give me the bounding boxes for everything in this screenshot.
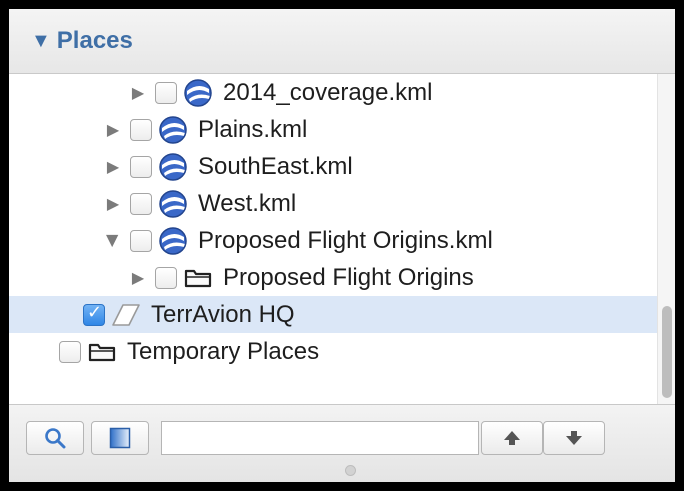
folder-icon xyxy=(181,263,215,293)
tree-item-2014-coverage[interactable]: ▶ 2014_coverage.kml xyxy=(9,74,657,111)
visibility-checkbox[interactable] xyxy=(130,118,152,141)
move-down-icon xyxy=(566,431,582,445)
triangle-down-icon[interactable]: ▼ xyxy=(31,30,51,53)
tree-item-plains[interactable]: ▶ Plains.kml xyxy=(9,111,657,148)
tree-item-label: TerrAvion HQ xyxy=(151,300,295,328)
tree-item-label: SouthEast.kml xyxy=(198,152,353,180)
visibility-checkbox[interactable] xyxy=(155,81,177,104)
tree-item-label: Plains.kml xyxy=(198,115,308,143)
vertical-scrollbar[interactable] xyxy=(657,74,675,404)
tree-item-proposed-flight-origins-folder[interactable]: ▶ Proposed Flight Origins xyxy=(9,259,657,296)
disclosure-triangle-icon[interactable]: ▶ xyxy=(106,157,120,177)
scrollbar-thumb[interactable] xyxy=(662,306,672,398)
tree-item-proposed-flight-origins-kml[interactable]: ▶ Proposed Flight Origins.kml xyxy=(9,222,657,259)
search-button[interactable] xyxy=(26,421,84,455)
resize-handle-bottom[interactable] xyxy=(345,465,356,476)
globe-icon xyxy=(156,226,190,256)
tree-item-label: Proposed Flight Origins.kml xyxy=(198,226,493,254)
tree-item-label: Proposed Flight Origins xyxy=(223,263,474,291)
sidebar-toggle-icon xyxy=(109,427,131,449)
tree-item-west[interactable]: ▶ West.kml xyxy=(9,185,657,222)
placemark-icon xyxy=(109,300,143,330)
disclosure-triangle-icon[interactable]: ▶ xyxy=(131,268,145,288)
globe-icon xyxy=(156,152,190,182)
move-up-icon xyxy=(504,431,520,445)
places-title[interactable]: ▼ Places xyxy=(31,27,133,55)
folder-icon xyxy=(85,337,119,367)
tree-item-temporary-places[interactable]: Temporary Places xyxy=(9,333,657,370)
tree-item-label: Temporary Places xyxy=(127,337,320,365)
places-title-label: Places xyxy=(56,27,133,54)
search-icon xyxy=(45,428,66,449)
tree-item-southeast[interactable]: ▶ SouthEast.kml xyxy=(9,148,657,185)
move-up-button[interactable] xyxy=(481,421,543,455)
visibility-checkbox-checked[interactable] xyxy=(83,302,105,326)
visibility-checkbox[interactable] xyxy=(155,266,177,289)
search-input[interactable] xyxy=(161,421,479,455)
disclosure-triangle-icon[interactable]: ▶ xyxy=(131,83,145,103)
visibility-checkbox[interactable] xyxy=(59,340,81,363)
sidebar-toggle-button[interactable] xyxy=(91,421,149,455)
disclosure-triangle-icon[interactable]: ▶ xyxy=(106,194,120,214)
places-toolbar xyxy=(9,404,675,482)
globe-icon xyxy=(181,78,215,108)
tree-item-label: 2014_coverage.kml xyxy=(223,78,433,106)
places-panel: ▼ Places ▶ 2014_coverage.kml ▶ Plains.km… xyxy=(9,9,675,482)
globe-icon xyxy=(156,115,190,145)
visibility-checkbox[interactable] xyxy=(130,229,152,252)
disclosure-triangle-open-icon[interactable]: ▶ xyxy=(103,234,123,248)
tree-item-terravion-hq[interactable]: TerrAvion HQ xyxy=(9,296,657,333)
disclosure-triangle-icon[interactable]: ▶ xyxy=(106,120,120,140)
tree-item-label: West.kml xyxy=(198,189,297,217)
globe-icon xyxy=(156,189,190,219)
places-tree: ▶ 2014_coverage.kml ▶ Plains.kml ▶ South… xyxy=(9,74,657,404)
visibility-checkbox[interactable] xyxy=(130,155,152,178)
move-down-button[interactable] xyxy=(543,421,605,455)
places-header[interactable]: ▼ Places xyxy=(9,9,675,74)
visibility-checkbox[interactable] xyxy=(130,192,152,215)
